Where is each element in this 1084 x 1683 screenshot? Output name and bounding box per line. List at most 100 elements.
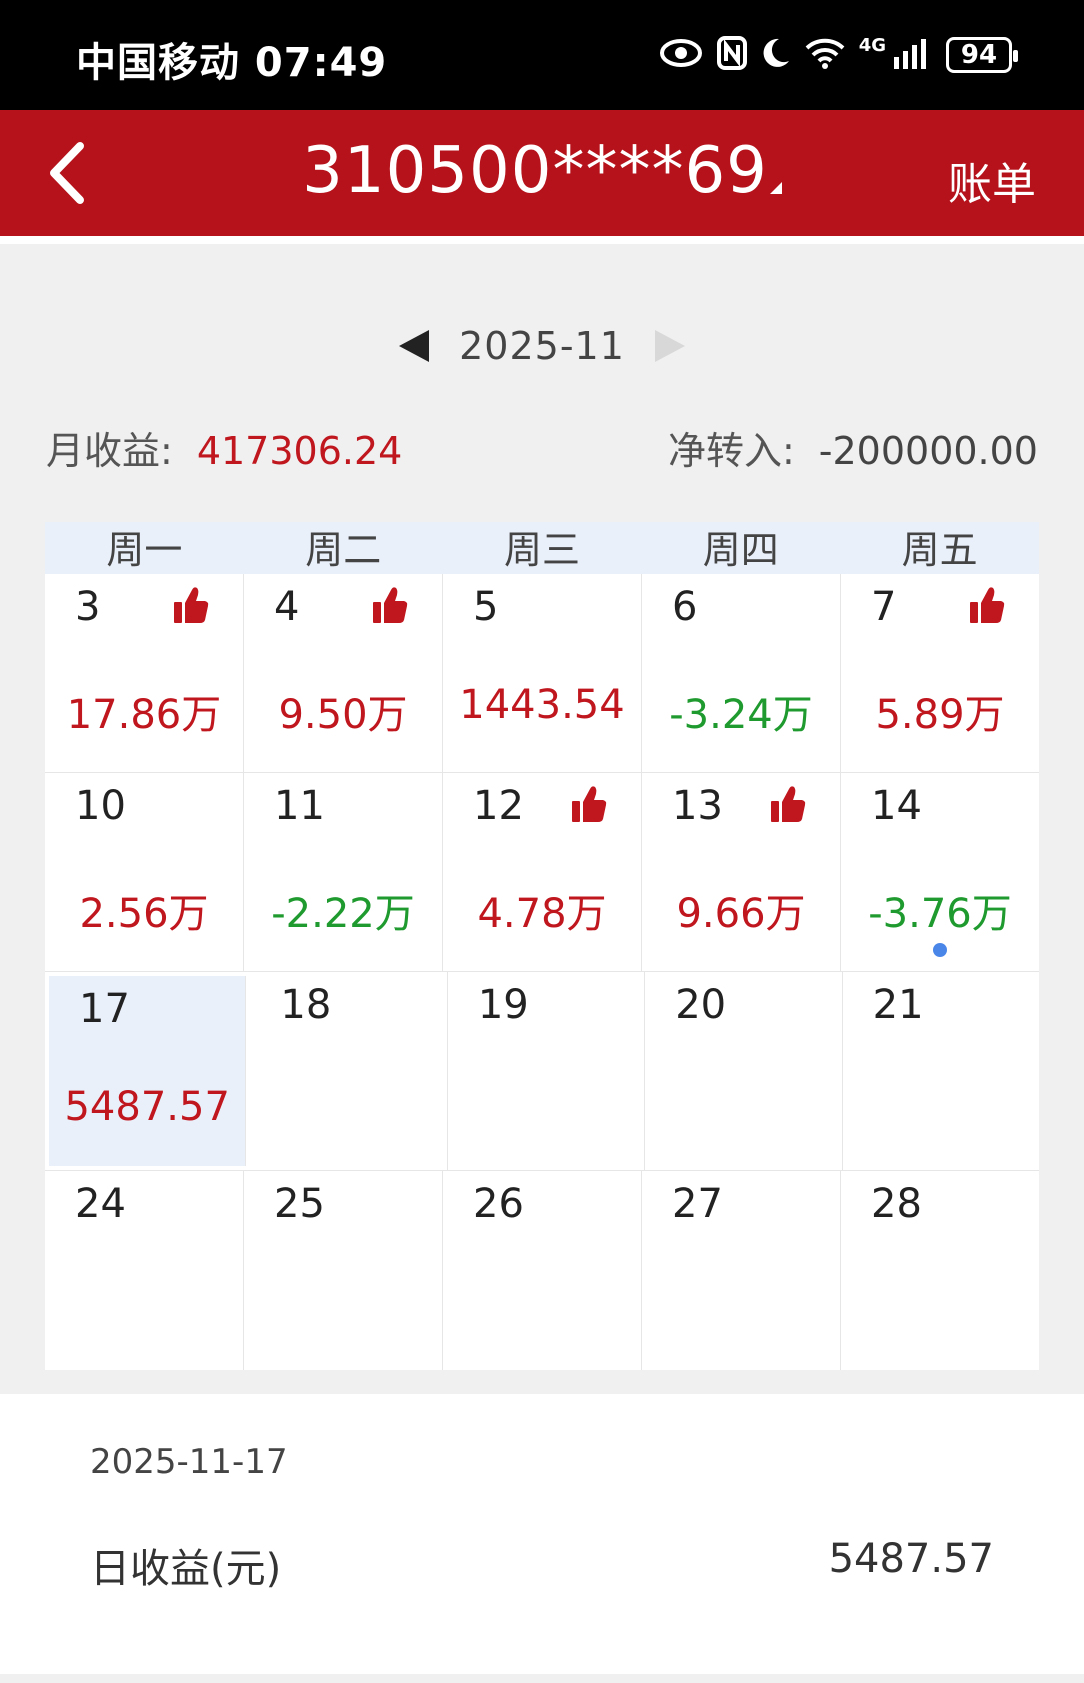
today-dot-icon [933, 943, 947, 957]
daily-income-label: 日收益(元) [90, 1546, 282, 1592]
day-number: 18 [280, 982, 332, 1028]
calendar-day-cell[interactable]: 7 5.89万 [841, 574, 1039, 772]
day-number: 3 [75, 584, 101, 630]
day-income: -3.24万 [669, 692, 813, 738]
day-number: 26 [473, 1181, 524, 1227]
calendar-day-cell[interactable]: 11 -2.22万 [244, 773, 443, 971]
day-number: 20 [675, 982, 727, 1028]
weekday-header: 周一 周二 周三 周四 周五 [45, 522, 1039, 574]
wifi-icon [805, 37, 845, 73]
calendar-day-cell[interactable]: 21 [843, 972, 1039, 1170]
income-calendar: 周一 周二 周三 周四 周五 3 17.86万 4 9.50万 5 1443.54 6 -3.… [45, 522, 1039, 1370]
day-number: 27 [672, 1181, 723, 1227]
next-month-icon[interactable] [654, 330, 685, 362]
calendar-day-cell[interactable]: 5 1443.54 [443, 574, 642, 772]
calendar-grid: 3 17.86万 4 9.50万 5 1443.54 6 -3.24万 7 5.89万 10 2.56… [45, 574, 1039, 1370]
day-number: 28 [871, 1181, 922, 1227]
day-number: 10 [75, 783, 126, 829]
day-number: 5 [473, 584, 499, 630]
day-income: 5487.57 [64, 1084, 230, 1130]
day-income: 9.50万 [278, 692, 408, 738]
calendar-day-cell[interactable]: 24 [45, 1171, 244, 1370]
day-number: 14 [871, 783, 922, 829]
net-transfer-in: 净转入: -200000.00 [668, 420, 1038, 475]
day-income: 2.56万 [79, 891, 209, 937]
thumbs-up-icon [173, 586, 209, 624]
daily-income-value: 5487.57 [828, 1536, 994, 1582]
calendar-day-cell[interactable]: 14 -3.76万 [841, 773, 1039, 971]
monthly-income: 月收益: 417306.24 [46, 420, 402, 475]
moon-icon [761, 37, 791, 73]
weekday-wed: 周三 [503, 528, 580, 572]
day-income: 5.89万 [875, 692, 1005, 738]
calendar-day-cell[interactable]: 26 [443, 1171, 642, 1370]
weekday-thu: 周四 [702, 528, 779, 572]
current-month: 2025-11 [459, 324, 625, 368]
calendar-week-row: 17 5487.57 18 19 20 21 [45, 972, 1039, 1171]
prev-month-icon[interactable] [399, 330, 430, 362]
header-divider [0, 236, 1084, 244]
day-income: 1443.54 [459, 682, 625, 728]
calendar-day-cell[interactable]: 12 4.78万 [443, 773, 642, 971]
net-transfer-label: 净转入: [667, 429, 795, 473]
thumbs-up-icon [969, 586, 1005, 624]
day-number: 12 [473, 783, 524, 829]
status-bar: 中国移动 07:49 4G 94 [0, 0, 1084, 110]
thumbs-up-icon [372, 586, 408, 624]
calendar-day-cell[interactable]: 4 9.50万 [244, 574, 443, 772]
day-income: -2.22万 [271, 891, 415, 937]
detail-date: 2025-11-17 [90, 1442, 288, 1482]
calendar-day-cell[interactable]: 25 [244, 1171, 443, 1370]
status-icons: 4G 94 [659, 32, 1018, 78]
day-income: 17.86万 [66, 692, 222, 738]
monthly-income-value: 417306.24 [196, 429, 403, 473]
month-navigator: 2025-11 [0, 316, 1084, 376]
day-number: 19 [477, 982, 529, 1028]
calendar-day-cell[interactable]: 19 [448, 972, 646, 1170]
thumbs-up-icon [770, 785, 806, 823]
account-selector[interactable]: 310500****69 [0, 134, 1084, 208]
calendar-day-cell[interactable]: 3 17.86万 [45, 574, 244, 772]
calendar-day-cell[interactable]: 27 [642, 1171, 841, 1370]
weekday-tue: 周二 [305, 528, 382, 572]
day-income: 9.66万 [676, 891, 806, 937]
signal-icon [892, 37, 932, 73]
weekday-mon: 周一 [106, 528, 183, 572]
monthly-income-label: 月收益: [46, 429, 173, 473]
calendar-day-cell[interactable]: 17 5487.57 [49, 976, 247, 1166]
day-number: 4 [274, 584, 300, 630]
app-header: 310500****69 账单 [0, 110, 1084, 236]
carrier-time: 中国移动 07:49 [76, 40, 388, 86]
day-number: 24 [75, 1181, 126, 1227]
weekday-fri: 周五 [901, 528, 978, 572]
battery-level: 94 [960, 40, 998, 70]
day-number: 6 [672, 584, 698, 630]
day-number: 17 [79, 986, 130, 1032]
calendar-day-cell[interactable]: 18 [250, 972, 448, 1170]
calendar-week-row: 10 2.56万 11 -2.22万 12 4.78万 13 9.66万 14 -3.76万 [45, 773, 1039, 972]
day-income: -3.76万 [868, 891, 1012, 937]
net-transfer-value: -200000.00 [818, 429, 1038, 473]
day-number: 21 [872, 982, 924, 1028]
day-number: 25 [274, 1181, 325, 1227]
day-number: 11 [274, 783, 325, 829]
eye-icon [659, 38, 703, 72]
day-detail-panel: 2025-11-17 日收益(元) 5487.57 [0, 1394, 1084, 1674]
day-number: 13 [672, 783, 723, 829]
network-type: 4G [858, 34, 886, 56]
day-income: 4.78万 [477, 891, 607, 937]
calendar-day-cell[interactable]: 28 [841, 1171, 1039, 1370]
dropdown-triangle-icon [769, 182, 782, 194]
bill-button[interactable]: 账单 [948, 148, 1036, 212]
battery-icon: 94 [946, 37, 1018, 73]
calendar-day-cell[interactable]: 10 2.56万 [45, 773, 244, 971]
thumbs-up-icon [571, 785, 607, 823]
monthly-summary: 月收益: 417306.24 净转入: -200000.00 [46, 420, 1038, 480]
calendar-week-row: 24 25 26 27 28 [45, 1171, 1039, 1370]
account-number: 310500****69 [302, 134, 768, 208]
calendar-day-cell[interactable]: 20 [645, 972, 843, 1170]
calendar-day-cell[interactable]: 6 -3.24万 [642, 574, 841, 772]
calendar-week-row: 3 17.86万 4 9.50万 5 1443.54 6 -3.24万 7 5.89万 [45, 574, 1039, 773]
day-number: 7 [871, 584, 897, 630]
calendar-day-cell[interactable]: 13 9.66万 [642, 773, 841, 971]
